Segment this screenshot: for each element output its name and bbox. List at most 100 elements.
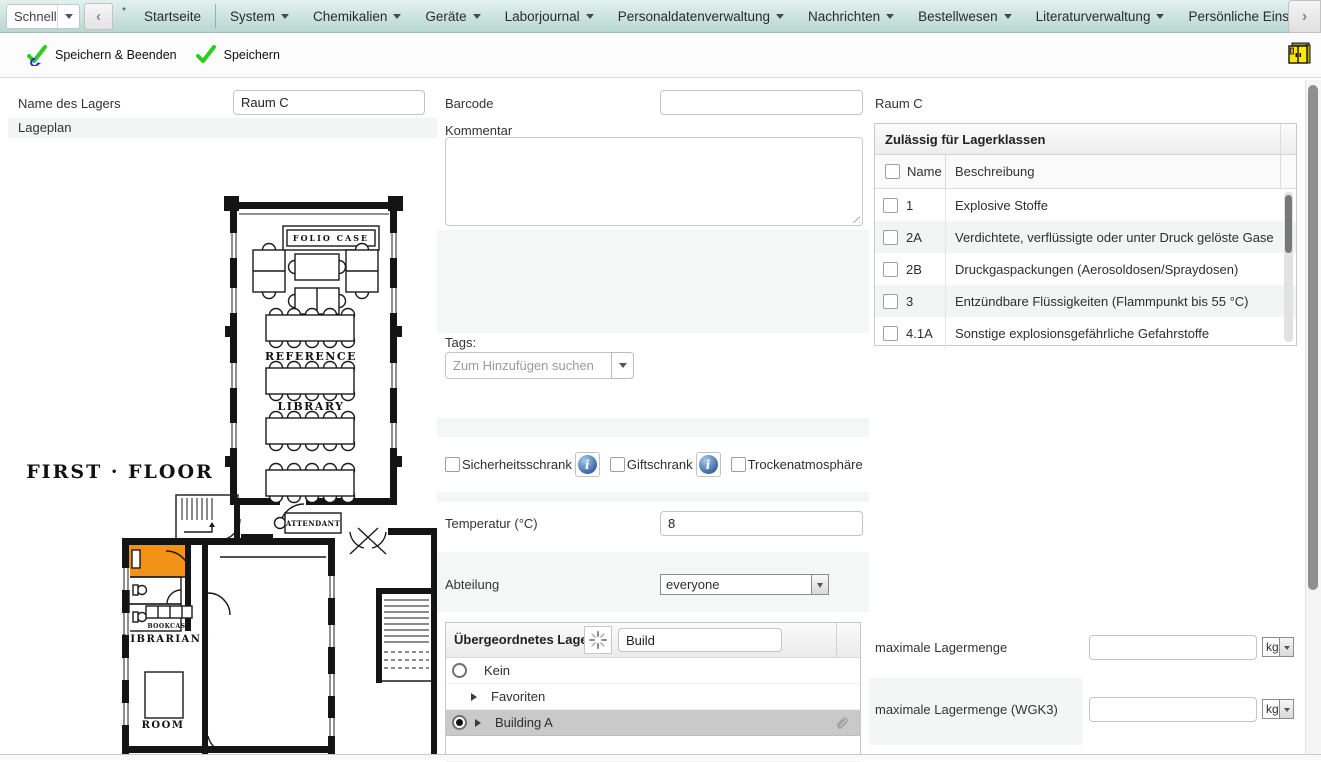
chevron-down-icon xyxy=(817,582,823,591)
nav-item-geraete[interactable]: Geräte xyxy=(413,0,492,32)
spacer-row xyxy=(437,230,869,333)
top-navbar: Schnell ‹ * Startseite System Chemikalie… xyxy=(0,0,1321,33)
info-icon: i xyxy=(577,455,597,474)
table-row: 2A Verdichtete, verflüssigte oder unter … xyxy=(875,221,1296,253)
row-checkbox[interactable] xyxy=(883,293,898,309)
sicherheitsschrank-checkbox[interactable] xyxy=(445,457,460,472)
chevron-down-icon xyxy=(281,13,290,23)
select-arrow-button[interactable] xyxy=(1279,700,1293,718)
info-icon: i xyxy=(698,455,718,474)
quick-select[interactable]: Schnell xyxy=(6,4,80,29)
nav-item-startseite[interactable]: Startseite xyxy=(132,0,213,32)
chevron-down-icon xyxy=(618,363,627,372)
sicherheitsschrank-label: Sicherheitsschrank xyxy=(462,457,572,472)
barcode-label: Barcode xyxy=(445,96,494,111)
select-all-checkbox[interactable] xyxy=(885,164,900,179)
menu-separator xyxy=(215,4,217,28)
table-row: 3 Entzündbare Flüssigkeiten (Flammpunkt … xyxy=(875,285,1296,317)
row-checkbox[interactable] xyxy=(883,261,898,277)
radio-button-selected[interactable] xyxy=(452,715,467,730)
expander-icon[interactable] xyxy=(475,718,485,727)
save-button[interactable]: Speichern xyxy=(195,44,280,66)
nav-item-nachrichten[interactable]: Nachrichten xyxy=(796,0,906,32)
save-and-exit-button[interactable]: Speichern & Beenden xyxy=(26,44,177,66)
radio-button[interactable] xyxy=(452,663,467,678)
tree-item-kein[interactable]: Kein xyxy=(446,658,860,684)
chevron-left-icon: ‹ xyxy=(96,8,101,25)
max-lagermenge-wgk3-input[interactable] xyxy=(1089,697,1257,722)
abteilung-select[interactable]: everyone xyxy=(660,574,829,595)
chevron-down-icon xyxy=(886,13,895,23)
table-row: 4.1A Sonstige explosionsgefährliche Gefa… xyxy=(875,317,1296,349)
tags-dropdown-button[interactable] xyxy=(611,352,634,379)
table-row: 1 Explosive Stoffe xyxy=(875,189,1296,221)
giftschrank-checkbox[interactable] xyxy=(609,457,625,472)
next-page-button[interactable]: › xyxy=(1288,0,1321,33)
spacer-row xyxy=(437,492,869,502)
header-corner-divider xyxy=(1280,124,1281,154)
tree-item-favoriten[interactable]: Favoriten xyxy=(446,684,860,710)
chevron-down-icon xyxy=(472,13,481,23)
giftschrank-label: Giftschrank xyxy=(626,457,693,472)
table-scrollbar-track[interactable] xyxy=(1284,192,1293,342)
row-checkbox[interactable] xyxy=(883,197,898,213)
trockenatmosphaere-checkbox[interactable] xyxy=(730,457,746,472)
chevron-right-icon: › xyxy=(1301,7,1308,25)
temperatur-label: Temperatur (°C) xyxy=(445,516,538,531)
left-panel: Name des Lagers Lageplan xyxy=(8,80,437,754)
max-lagermenge-unit-select[interactable]: kg xyxy=(1262,637,1294,657)
back-button[interactable]: ‹ xyxy=(84,3,113,30)
tree-item-building-a[interactable]: Building A xyxy=(446,710,860,736)
chevron-down-icon xyxy=(776,13,785,23)
paperclip-icon xyxy=(836,717,848,729)
abteilung-value: everyone xyxy=(666,577,720,592)
select-arrow-button[interactable] xyxy=(1279,638,1293,656)
giftschrank-info-button[interactable]: i xyxy=(695,452,721,477)
save-exit-check-icon xyxy=(27,45,47,66)
nav-item-chemikalien[interactable]: Chemikalien xyxy=(301,0,413,32)
row-checkbox[interactable] xyxy=(883,325,898,341)
librarians-label: LIBRARIANS xyxy=(122,634,210,645)
page-scrollbar-thumb[interactable] xyxy=(1308,85,1318,590)
name-column-header: Name xyxy=(907,164,942,179)
row-checkbox[interactable] xyxy=(883,229,898,245)
table-scrollbar-thumb[interactable] xyxy=(1285,195,1292,253)
chevron-down-icon[interactable] xyxy=(57,5,79,28)
max-lagermenge-wgk3-label: maximale Lagermenge (WGK3) xyxy=(875,702,1058,717)
max-lagermenge-label: maximale Lagermenge xyxy=(875,640,1008,655)
kommentar-textarea[interactable] xyxy=(445,137,863,226)
nav-item-laborjournal[interactable]: Laborjournal xyxy=(493,0,606,32)
expander-icon[interactable] xyxy=(471,692,481,701)
storage-classes-column-header: Name Beschreibung xyxy=(875,155,1296,189)
unit-value: kg xyxy=(1266,640,1279,654)
chevron-down-icon xyxy=(1283,645,1290,653)
select-arrow-button[interactable] xyxy=(811,575,828,594)
room-title: Raum C xyxy=(875,96,923,111)
nav-item-bestellwesen[interactable]: Bestellwesen xyxy=(906,0,1024,32)
loading-spinner-icon xyxy=(584,626,612,654)
max-lagermenge-wgk3-unit-select[interactable]: kg xyxy=(1262,699,1294,719)
nav-item-system[interactable]: System xyxy=(218,0,301,32)
barcode-input[interactable] xyxy=(660,90,863,115)
name-des-lagers-label: Name des Lagers xyxy=(18,96,121,111)
cabinet-icon[interactable] xyxy=(1285,41,1311,67)
nav-item-literaturverwaltung[interactable]: Literaturverwaltung xyxy=(1024,0,1177,32)
spacer-row xyxy=(437,418,869,437)
header-corner-divider xyxy=(1280,155,1281,188)
folio-case-label: FOLIO CASE xyxy=(293,233,369,243)
sicherheitsschrank-info-button[interactable]: i xyxy=(574,452,600,477)
storage-classes-card: Zulässig für Lagerklassen Name Beschreib… xyxy=(874,123,1297,349)
abteilung-label: Abteilung xyxy=(445,577,500,592)
beschreibung-column-header: Beschreibung xyxy=(955,164,1035,179)
parent-storage-search-input[interactable] xyxy=(618,628,782,652)
chevron-down-icon xyxy=(1156,13,1165,23)
temperatur-input[interactable] xyxy=(660,511,863,536)
save-check-icon xyxy=(195,45,216,63)
tags-search-input[interactable] xyxy=(445,352,612,379)
lager-name-input[interactable] xyxy=(233,90,425,115)
parent-storage-title: Übergeordnetes Lager xyxy=(454,632,593,647)
max-lagermenge-input[interactable] xyxy=(1089,635,1257,660)
parent-storage-header: Übergeordnetes Lager xyxy=(446,623,860,658)
attendant-label: ATTENDANT xyxy=(285,519,341,528)
nav-item-personaldatenverwaltung[interactable]: Personaldatenverwaltung xyxy=(606,0,796,32)
